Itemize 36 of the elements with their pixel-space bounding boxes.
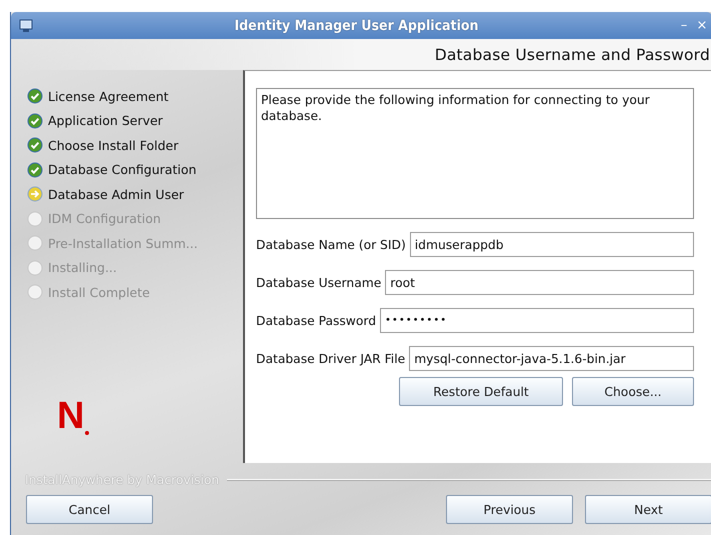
check-icon: [27, 137, 43, 154]
circle-icon: [27, 235, 43, 252]
registered-dot-icon: [85, 430, 90, 434]
nav-button[interactable]: Next: [585, 495, 711, 524]
circle-icon: [27, 210, 43, 227]
step-label: Database Configuration: [48, 162, 196, 178]
computer-icon: [19, 18, 35, 32]
logo: N: [57, 396, 84, 434]
field-label: Database Username: [256, 276, 382, 290]
step-label: License Agreement: [48, 88, 169, 104]
field-label: Database Driver JAR File: [256, 352, 406, 366]
input-field[interactable]: root: [385, 270, 694, 295]
circle-icon: [27, 260, 43, 276]
step-label: Installing...: [48, 260, 117, 276]
step-label: Choose Install Folder: [48, 138, 178, 153]
cancel-button[interactable]: Cancel: [26, 495, 153, 524]
password-field[interactable]: •••••••••: [380, 308, 694, 333]
input-field[interactable]: mysql-connector-java-5.1.6-bin.jar: [409, 346, 694, 371]
step-label: Pre-Installation Summ...: [48, 236, 198, 251]
step-label: IDM Configuration: [48, 211, 161, 226]
check-icon: [27, 162, 43, 178]
field-label: Database Password: [256, 314, 376, 328]
step-label: Install Complete: [48, 284, 150, 300]
panel-button[interactable]: Restore Default: [399, 377, 563, 406]
circle-icon: [27, 284, 43, 300]
description-text: Please provide the following information for connecting to your database.: [256, 88, 694, 219]
check-icon: [27, 112, 43, 129]
input-field[interactable]: idmuserappdb: [410, 232, 694, 257]
page-heading: Database Username and Password: [434, 46, 710, 64]
field-label: Database Name (or SID): [256, 238, 406, 252]
check-icon: [27, 88, 43, 104]
step-label: Application Server: [48, 113, 163, 128]
panel-button[interactable]: Choose...: [572, 377, 694, 406]
step-label: Database Admin User: [48, 186, 184, 202]
nav-button[interactable]: Previous: [446, 495, 573, 524]
window-title: Identity Manager User Application: [233, 18, 480, 34]
